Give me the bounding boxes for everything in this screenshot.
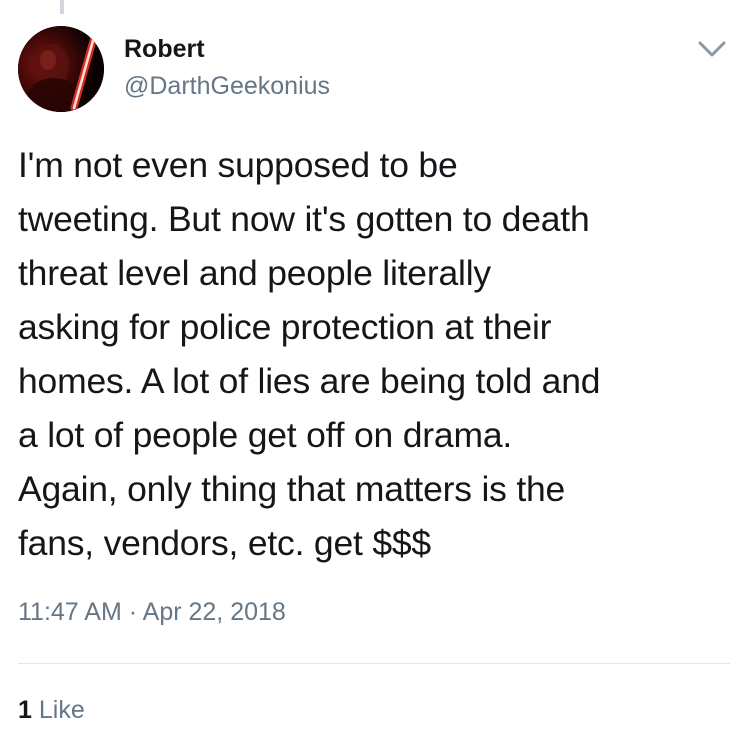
tweet-text-line: fans, vendors, etc. get $$$ [18, 523, 431, 563]
like-count: 1 [18, 696, 32, 724]
tweet-text-line: a lot of people get off on drama. [18, 415, 513, 455]
avatar[interactable] [18, 26, 104, 112]
thread-connector-line [60, 0, 64, 14]
author-name[interactable]: Robert [124, 35, 205, 64]
tweet-text-line: asking for police protection at their [18, 307, 552, 347]
divider [18, 663, 730, 664]
tweet-date: Apr 22, 2018 [142, 598, 286, 626]
author-handle[interactable]: @DarthGeekonius [124, 72, 330, 101]
tweet-text: I'm not even supposed to be tweeting. Bu… [18, 138, 734, 570]
tweet-time: 11:47 AM [18, 598, 122, 626]
tweet-text-line: Again, only thing that matters is the [18, 469, 566, 509]
tweet-text-line: I'm not even supposed to be [18, 145, 458, 185]
tweet-timestamp[interactable]: 11:47 AM · Apr 22, 2018 [18, 598, 286, 627]
likes-count-link[interactable]: 1 Like [18, 696, 85, 725]
chevron-down-icon[interactable] [694, 34, 730, 64]
timestamp-separator: · [128, 598, 138, 626]
avatar-image [18, 26, 104, 112]
like-label: Like [38, 696, 85, 724]
tweet-text-line: tweeting. But now it's gotten to death [18, 199, 590, 239]
tweet-text-line: homes. A lot of lies are being told and [18, 361, 601, 401]
tweet-text-line: threat level and people literally [18, 253, 491, 293]
